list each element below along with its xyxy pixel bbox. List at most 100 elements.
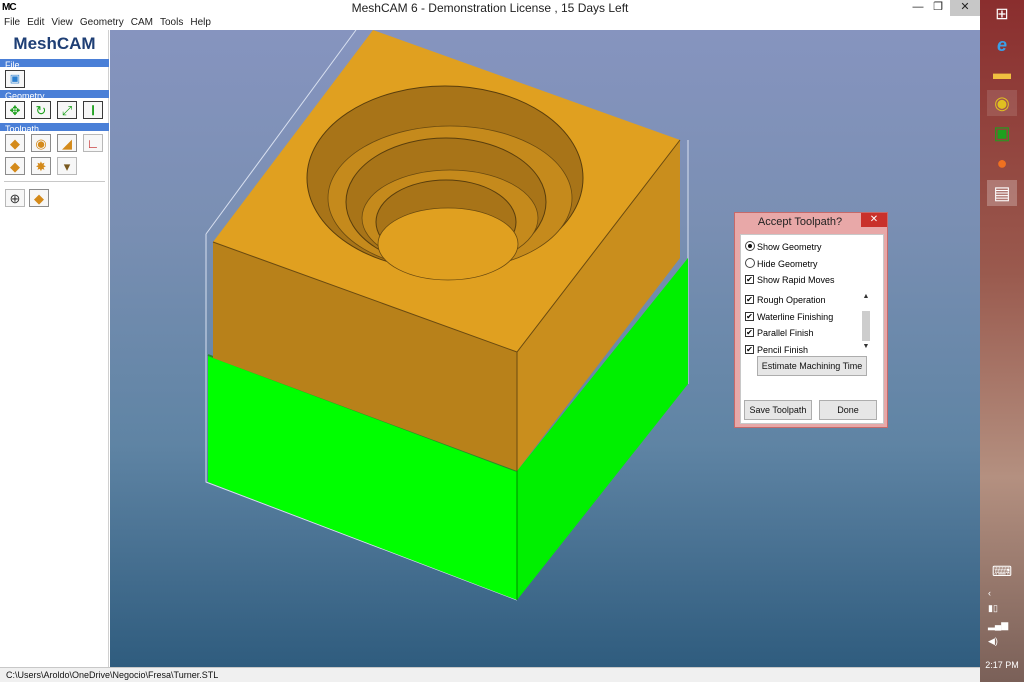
meshcam-app-icon: ▤ [993,183,1011,203]
section-file: File [0,59,109,70]
estimate-machining-time-button[interactable]: Estimate Machining Time [757,356,867,376]
save-toolpath-button[interactable]: Save Toolpath [744,400,812,420]
restore-button[interactable]: ❐ [926,0,950,16]
taskbar-chrome[interactable]: ◉ [987,90,1017,116]
dialog-body: Show Geometry Hide Geometry ✔ Show Rapid… [740,234,884,424]
save-gcode-icon: ▾ [63,158,71,174]
simulate-button[interactable]: ✸ [31,157,51,175]
region-icon: ◉ [35,135,47,151]
show-rapid-moves-label[interactable]: Show Rapid Moves [757,275,835,285]
meshcam-logo: MeshCAM [13,34,96,53]
menu-help[interactable]: Help [186,16,214,28]
tray-expand-icon[interactable]: ‹ [988,588,991,598]
taskbar-meshcam[interactable]: ▤ [987,180,1017,206]
scroll-thumb[interactable] [862,311,870,341]
pocket-floor [377,207,519,281]
taskbar-firefox[interactable]: ● [987,150,1017,176]
panel-divider [4,181,105,182]
menu-tools[interactable]: Tools [156,16,186,28]
rotate-icon: ↻ [35,102,47,118]
crosshair-icon: ⊕ [9,190,21,206]
open-file-button[interactable]: ▣ [5,70,25,88]
simulate-icon: ✸ [35,158,47,174]
section-geometry: Geometry [0,90,109,101]
move-button[interactable]: ✥ [5,101,25,119]
internet-explorer-icon: e [996,35,1007,55]
axis-icon: ∟ [86,135,100,151]
show-rapid-moves-checkbox[interactable]: ✔ [745,275,754,284]
taskbar-store[interactable]: ▣ [987,120,1017,146]
save-gcode-button[interactable]: ▾ [57,157,77,175]
volume-icon[interactable]: ◀) [988,636,998,647]
clock[interactable]: 2:17 PM [980,660,1024,670]
taskbar-explorer[interactable]: ▬ [987,60,1017,86]
scroll-down-icon[interactable]: ▼ [861,343,871,351]
operation-checkbox[interactable]: ✔ [745,312,754,321]
close-icon: ✕ [869,214,879,225]
file-path: C:\Users\Aroldo\OneDrive\Negocio\Fresa\T… [6,670,219,680]
scale-icon: ⤢ [61,102,73,118]
done-button[interactable]: Done [819,400,877,420]
close-button[interactable]: ✕ [950,0,980,16]
menu-edit[interactable]: Edit [23,16,47,28]
menu-view[interactable]: View [47,16,76,28]
status-bar: C:\Users\Aroldo\OneDrive\Negocio\Fresa\T… [0,667,980,682]
start-button[interactable]: ⊞ [987,2,1017,28]
set-zero-button[interactable]: ◢ [57,134,77,152]
zero-point-icon: ◢ [62,135,72,151]
scroll-up-icon[interactable]: ▲ [861,293,871,301]
show-geometry-label[interactable]: Show Geometry [757,242,822,252]
operation-checkbox[interactable]: ✔ [745,295,754,304]
view-model-button[interactable]: ◆ [29,189,49,207]
rotate-button[interactable]: ↻ [31,101,51,119]
windows-logo-icon: ⊞ [995,6,1009,23]
keyboard-icon: ⌨ [991,563,1013,579]
operation-checkbox[interactable]: ✔ [745,345,754,354]
folder-icon: ▬ [993,63,1011,83]
title-bar: MC MeshCAM 6 - Demonstration License , 1… [0,0,980,16]
dialog-close-button[interactable]: ✕ [861,213,887,227]
hide-geometry-radio[interactable] [745,258,755,268]
operations-list[interactable]: ✔ Rough Operation ✔ Waterline Finishing … [744,285,868,355]
dialog-title: Accept Toolpath? [757,216,843,228]
store-icon: ▣ [993,123,1011,143]
list-item[interactable]: Waterline Finishing [757,312,833,322]
i-beam-icon: Ⅰ [91,102,95,118]
hide-geometry-label[interactable]: Hide Geometry [757,259,818,269]
taskbar: ⊞ e ▬ ◉ ▣ ● ▤ ⌨ ‹ ▮▯ ▂▄▆ ◀) 2:17 PM [980,0,1024,682]
chrome-icon: ◉ [994,93,1010,113]
battery-icon[interactable]: ▮▯ [988,603,998,614]
stock-setup-button[interactable]: ◆ [5,134,25,152]
list-item[interactable]: Parallel Finish [757,328,814,338]
menu-geometry[interactable]: Geometry [76,16,127,28]
toolpath-block-icon: ◆ [10,158,20,174]
minimize-icon: — [912,1,924,13]
model-view-icon: ◆ [34,190,44,206]
machining-region-button[interactable]: ◉ [31,134,51,152]
touch-keyboard-button[interactable]: ⌨ [987,558,1017,584]
stock-block-icon: ◆ [10,135,20,151]
list-item[interactable]: Rough Operation [757,295,826,305]
tool-panel: MeshCAM File ▣ Geometry ✥ ↻ ⤢ Ⅰ Toolpath… [0,30,109,667]
restore-icon: ❐ [933,1,943,13]
scale-button[interactable]: ⤢ [57,101,77,119]
taskbar-ie[interactable]: e [987,32,1017,58]
accept-toolpath-dialog: Accept Toolpath? ✕ Show Geometry Hide Ge… [734,212,888,428]
crosshair-button[interactable]: ⊕ [5,189,25,207]
center-button[interactable]: Ⅰ [83,101,103,119]
network-icon[interactable]: ▂▄▆ [988,620,1008,631]
menu-cam[interactable]: CAM [127,16,156,28]
generate-toolpath-button[interactable]: ◆ [5,157,25,175]
operations-scrollbar[interactable]: ▲ ▼ [861,293,871,351]
firefox-icon: ● [996,153,1008,173]
close-icon: ✕ [960,1,970,13]
section-toolpath: Toolpath [0,123,109,134]
show-geometry-radio[interactable] [745,241,755,251]
axis-button[interactable]: ∟ [83,134,103,152]
menu-bar: File Edit View Geometry CAM Tools Help [0,16,980,30]
floppy-icon: ▣ [9,72,21,85]
list-item[interactable]: Pencil Finish [757,345,808,355]
operation-checkbox[interactable]: ✔ [745,328,754,337]
window-title: MeshCAM 6 - Demonstration License , 15 D… [351,1,629,15]
menu-file[interactable]: File [0,16,23,28]
